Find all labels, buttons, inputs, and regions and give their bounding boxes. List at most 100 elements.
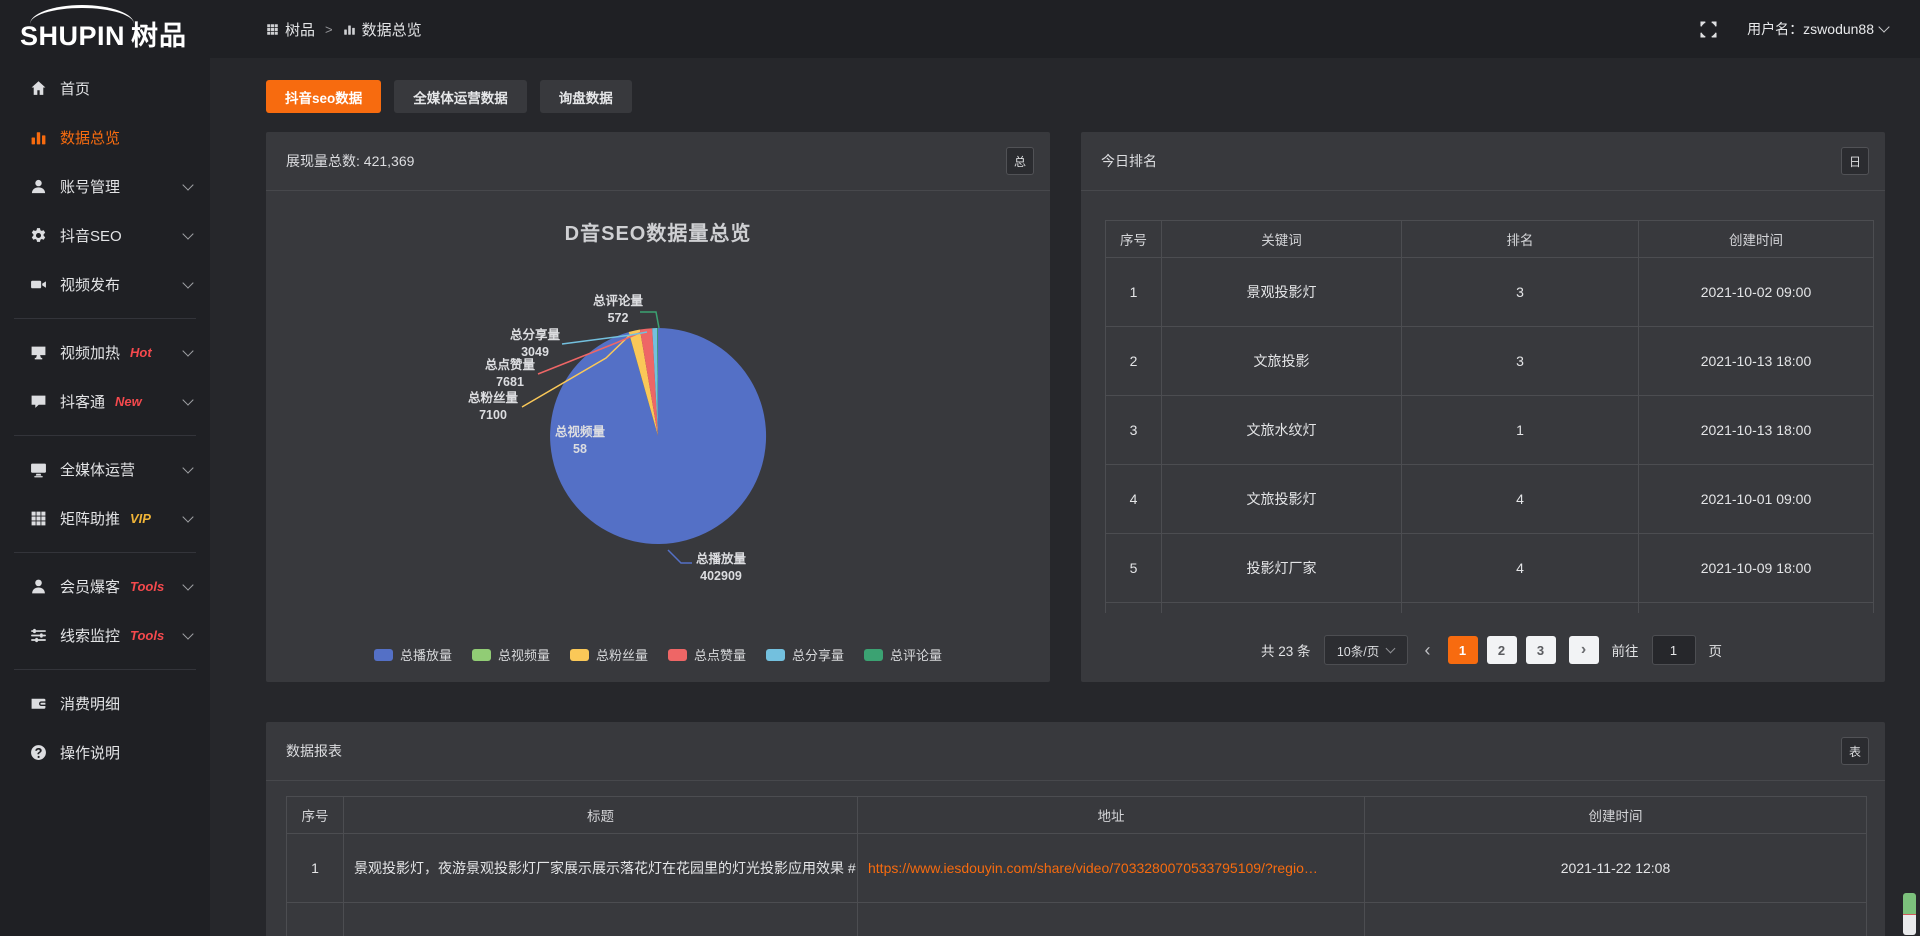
sidebar-item-sliders[interactable]: 线索监控 Tools [0, 611, 210, 660]
legend-item-总评论量[interactable]: 总评论量 [864, 645, 942, 664]
goto-page-input[interactable] [1652, 635, 1696, 665]
ranking-table: 序号关键词排名创建时间1景观投影灯32021-10-02 09:002文旅投影3… [1105, 220, 1874, 613]
breadcrumb-item-current[interactable]: 数据总览 [343, 19, 422, 40]
table-cell: 文旅水纹灯 [1162, 396, 1402, 465]
brand-logo[interactable]: SHUPIN树品 [0, 0, 210, 58]
pagination-total: 共 23 条 [1261, 640, 1311, 660]
page-size-select[interactable]: 10条/页 [1324, 635, 1408, 665]
breadcrumb-item-home[interactable]: 树品 [266, 19, 315, 40]
grid-icon [266, 23, 279, 36]
tab-2[interactable]: 询盘数据 [540, 80, 632, 113]
table-cell: 1 [1106, 258, 1162, 327]
monitor-icon [30, 461, 47, 478]
pie-label-总点赞量: 总点赞量7681 [440, 357, 580, 391]
report-corner-button[interactable]: 表 [1841, 737, 1869, 765]
sidebar-item-home[interactable]: 首页 [0, 64, 210, 113]
member-icon [30, 578, 47, 595]
sidebar-item-chart[interactable]: 数据总览 [0, 113, 210, 162]
sidebar-item-member[interactable]: 会员爆客 Tools [0, 562, 210, 611]
table-row: 5投影灯厂家42021-10-09 18:00 [1106, 534, 1874, 603]
ranking-corner-button[interactable]: 日 [1841, 147, 1869, 175]
legend-item-总点赞量[interactable]: 总点赞量 [668, 645, 746, 664]
page-buttons: 123 [1448, 636, 1556, 664]
logo-en: SHUPIN [20, 21, 125, 51]
table-cell: 3 [1106, 396, 1162, 465]
header-cell: 序号 [287, 797, 344, 834]
sidebar-item-chat[interactable]: 抖客通New [0, 377, 210, 426]
legend-swatch [472, 649, 491, 661]
table-row: 1景观投影灯32021-10-02 09:00 [1106, 258, 1874, 327]
table-cell: 2021-11-22 12:08 [1365, 834, 1867, 903]
header-cell: 关键词 [1162, 221, 1402, 258]
sidebar-item-wallet[interactable]: 消费明细 [0, 679, 210, 728]
sidebar-divider [14, 552, 196, 553]
legend-label: 总点赞量 [694, 645, 746, 664]
sidebar-item-badge: Tools [130, 579, 164, 594]
sidebar-item-badge: Tools [130, 628, 164, 643]
sidebar-item-user[interactable]: 账号管理 [0, 162, 210, 211]
sidebar-item-badge: New [115, 394, 142, 409]
header-right: 用户名：zswodun88 [1700, 19, 1920, 39]
floating-widget-bottom [1903, 914, 1916, 935]
data-tabs: 抖音seo数据全媒体运营数据询盘数据 [266, 80, 632, 113]
table-cell [1639, 603, 1874, 613]
breadcrumb-separator: > [325, 22, 333, 37]
fullscreen-icon[interactable] [1700, 21, 1717, 38]
sidebar-item-grid[interactable]: 矩阵助推VIP [0, 494, 210, 543]
legend-swatch [570, 649, 589, 661]
question-icon [30, 744, 47, 761]
sidebar-item-gear[interactable]: 抖音SEO [0, 211, 210, 260]
legend-item-总视频量[interactable]: 总视频量 [472, 645, 550, 664]
legend-swatch [864, 649, 883, 661]
floating-widget[interactable] [1903, 893, 1916, 935]
overview-corner-button[interactable]: 总 [1006, 147, 1034, 175]
page-button-3[interactable]: 3 [1526, 636, 1556, 664]
sidebar-item-label: 全媒体运营 [60, 459, 135, 480]
user-menu[interactable]: 用户名：zswodun88 [1747, 19, 1888, 39]
page-button-1[interactable]: 1 [1448, 636, 1478, 664]
sidebar-divider [14, 318, 196, 319]
prev-page-button[interactable]: ‹ [1421, 640, 1435, 661]
legend-label: 总分享量 [792, 645, 844, 664]
header-cell: 排名 [1402, 221, 1639, 258]
sidebar-item-label: 会员爆客 [60, 576, 120, 597]
table-link-cell[interactable]: https://www.iesdouyin.com/share/video/70… [858, 834, 1365, 903]
legend-swatch [766, 649, 785, 661]
sidebar-item-monitor[interactable]: 全媒体运营 [0, 445, 210, 494]
tab-0[interactable]: 抖音seo数据 [266, 80, 381, 113]
sidebar-item-label: 线索监控 [60, 625, 120, 646]
chevron-down-icon [1386, 643, 1396, 653]
table-cell: 3 [1402, 258, 1639, 327]
header-cell: 地址 [858, 797, 1365, 834]
chevron-down-icon [182, 511, 193, 522]
table-cell [344, 903, 858, 936]
sidebar-item-label: 矩阵助推 [60, 508, 120, 529]
legend-item-总分享量[interactable]: 总分享量 [766, 645, 844, 664]
pie-label-value: 58 [510, 441, 650, 458]
table-cell: 5 [1106, 534, 1162, 603]
header-cell: 标题 [344, 797, 858, 834]
page-button-2[interactable]: 2 [1487, 636, 1517, 664]
breadcrumb-label: 树品 [285, 19, 315, 40]
username-label: 用户名：zswodun88 [1747, 19, 1874, 39]
sidebar-item-screen[interactable]: 视频加热Hot [0, 328, 210, 377]
table-cell: 2021-10-09 18:00 [1639, 534, 1874, 603]
legend-item-总粉丝量[interactable]: 总粉丝量 [570, 645, 648, 664]
sidebar-item-question[interactable]: 操作说明 [0, 728, 210, 777]
next-page-button[interactable]: › [1569, 636, 1599, 664]
pie-label-总视频量: 总视频量58 [510, 424, 650, 458]
page-size-value: 10条/页 [1337, 641, 1379, 660]
header-cell: 创建时间 [1639, 221, 1874, 258]
sidebar-divider [14, 435, 196, 436]
table-cell: 1 [287, 834, 344, 903]
ranking-title: 今日排名 [1101, 151, 1157, 171]
overview-total-label: 展现量总数: 421,369 [286, 151, 414, 171]
tab-1[interactable]: 全媒体运营数据 [394, 80, 527, 113]
legend-item-总播放量[interactable]: 总播放量 [374, 645, 452, 664]
user-icon [30, 178, 47, 195]
table-cell: 投影灯厂家 [1162, 534, 1402, 603]
chart-icon [30, 129, 47, 146]
sidebar-item-badge: Hot [130, 345, 152, 360]
sliders-icon [30, 627, 47, 644]
sidebar-item-video[interactable]: 视频发布 [0, 260, 210, 309]
